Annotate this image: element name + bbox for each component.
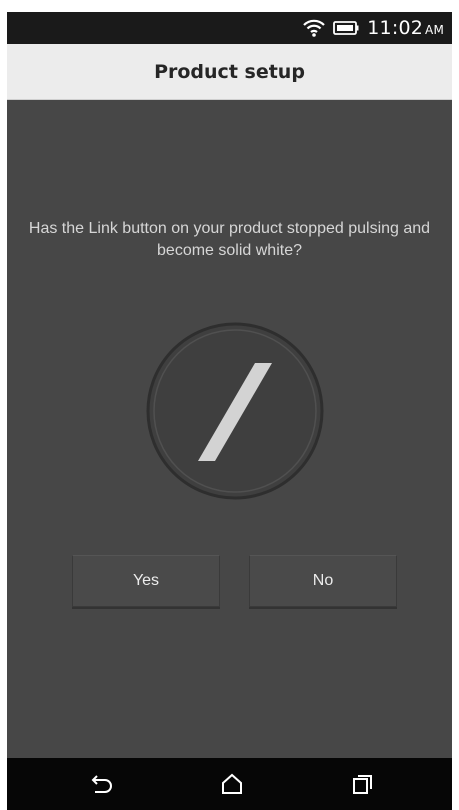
home-icon[interactable] [218, 772, 246, 796]
navigation-bar [7, 758, 452, 810]
setup-question: Has the Link button on your product stop… [28, 220, 431, 259]
wifi-icon [303, 19, 326, 37]
status-bar: 11:02 AM [7, 12, 452, 44]
battery-icon [333, 21, 359, 35]
link-button-indicator-icon [146, 322, 324, 500]
no-button[interactable]: No [249, 555, 397, 607]
phone-screen: 11:02 AM Product setup Has the Link butto… [7, 12, 452, 810]
status-ampm: AM [425, 23, 444, 37]
status-time: 11:02 [367, 17, 424, 39]
setup-content: Has the Link button on your product stop… [7, 100, 452, 758]
back-icon[interactable] [87, 772, 115, 796]
yes-button[interactable]: Yes [72, 555, 220, 607]
page-title: Product setup [154, 60, 305, 83]
status-clock: 11:02 AM [367, 17, 444, 39]
title-bar: Product setup [7, 44, 452, 100]
recent-apps-icon[interactable] [349, 772, 377, 796]
